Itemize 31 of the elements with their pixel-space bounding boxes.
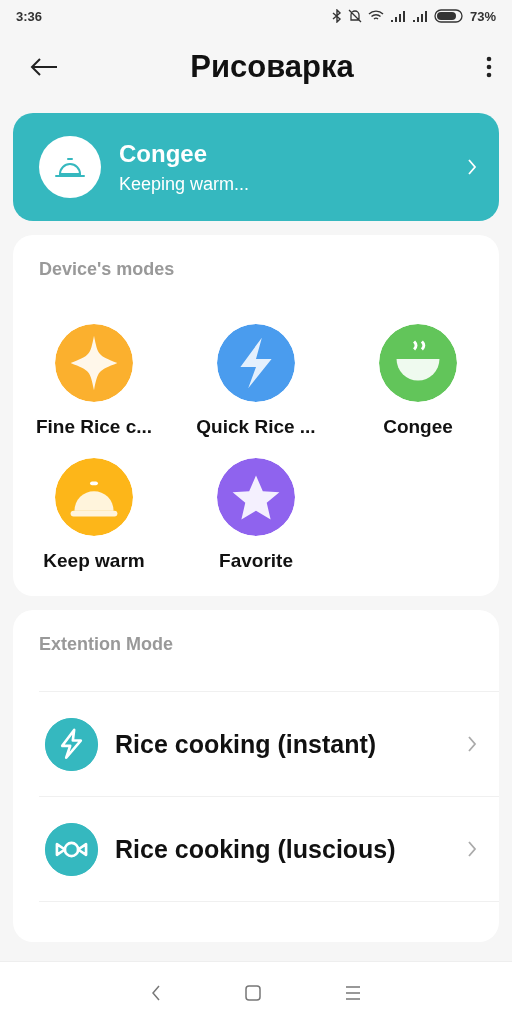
- bluetooth-icon: [331, 9, 342, 23]
- section-title: Extention Mode: [38, 633, 174, 655]
- battery-percent: 73%: [469, 8, 496, 24]
- mode-name: Congee: [119, 139, 208, 168]
- mode-button[interactable]: Quick Rice ...: [175, 324, 337, 438]
- battery-icon: [433, 9, 464, 23]
- clock-time: 3:36: [16, 8, 43, 24]
- mode-icon: [45, 717, 98, 771]
- mode-button[interactable]: Congee: [337, 324, 499, 438]
- screen-title: Рисоварка: [190, 49, 354, 85]
- more-menu-icon[interactable]: [486, 56, 492, 78]
- wifi-icon: [367, 10, 384, 22]
- section-title: Device's modes: [38, 258, 176, 280]
- mode-button[interactable]: Keep warm: [13, 458, 175, 572]
- mode-icon: [45, 822, 98, 876]
- mode-list-item[interactable]: Rice cooking (luscious): [39, 797, 499, 902]
- back-arrow-icon[interactable]: [30, 57, 58, 77]
- muted-bell-icon: [347, 9, 362, 23]
- chevron-icon: [467, 735, 477, 753]
- signal-icon: [389, 10, 406, 22]
- home-nav-icon[interactable]: [245, 985, 261, 1001]
- mode-list-item[interactable]: Rice cooking (instant): [39, 692, 499, 797]
- chevron-icon: [467, 840, 477, 858]
- mode-button[interactable]: Favorite: [175, 458, 337, 572]
- back-nav-icon[interactable]: [151, 985, 161, 1001]
- status-text: Keeping warm...: [119, 173, 251, 195]
- mode-button[interactable]: Fine Rice c...: [13, 324, 175, 438]
- cloche-icon: [54, 155, 86, 179]
- menu-nav-icon[interactable]: [345, 986, 361, 1000]
- signal-icon: [411, 10, 428, 22]
- chevron-icon: [467, 158, 477, 176]
